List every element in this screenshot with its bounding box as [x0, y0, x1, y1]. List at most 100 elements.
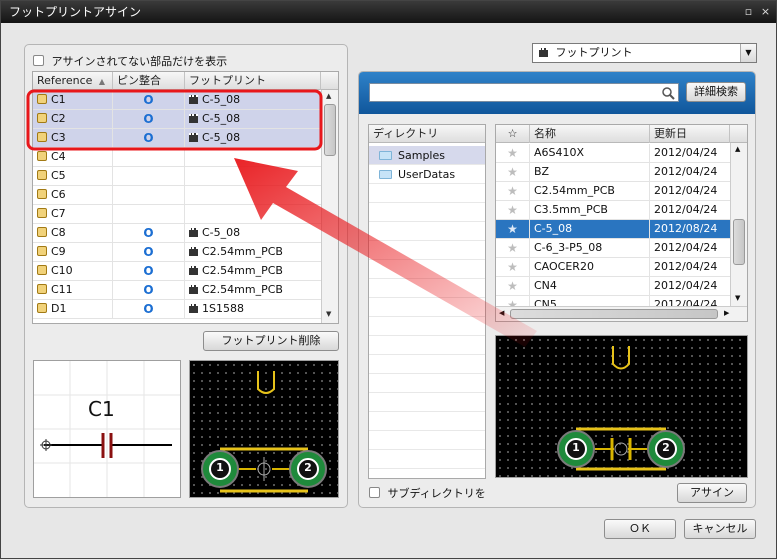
unassigned-only-checkbox[interactable]: アサインされてない部品だけを表示 [33, 53, 227, 69]
reference-text: C1 [51, 93, 66, 106]
favorite-cell[interactable]: ★ [496, 277, 530, 295]
empty-row [369, 184, 485, 203]
part-icon [37, 265, 47, 275]
directory-list: ディレクトリ Samples UserDatas [368, 124, 486, 479]
star-icon[interactable]: ★ [507, 279, 518, 293]
table-row[interactable]: C9 O C2.54mm_PCB [33, 243, 321, 262]
table-row[interactable]: C3 O C-5_08 [33, 129, 321, 148]
scroll-up-icon[interactable]: ▲ [326, 92, 331, 100]
delete-footprint-button[interactable]: フットプリント削除 [203, 331, 339, 351]
star-icon[interactable]: ★ [507, 184, 518, 198]
table-row[interactable]: C11 O C2.54mm_PCB [33, 281, 321, 300]
footprint-list-vscroll[interactable]: ▲ ▼ [730, 143, 747, 306]
part-icon [37, 189, 47, 199]
favorite-cell[interactable]: ★ [496, 220, 530, 238]
empty-row [369, 203, 485, 222]
favorite-cell[interactable]: ★ [496, 163, 530, 181]
checkbox-box[interactable] [33, 55, 44, 66]
subdirectory-checkbox[interactable]: サブディレクトリを [369, 485, 486, 501]
table-row[interactable]: C7 [33, 205, 321, 224]
reference-cell: D1 [33, 300, 113, 318]
col-favorite[interactable]: ☆ [496, 125, 530, 143]
footprint-list-hscroll[interactable]: ◀ ▶ [496, 306, 747, 321]
checkbox-box[interactable] [369, 487, 380, 498]
parts-table: Reference ▲ ピン整合 フットプリント C1 O C-5_08 C2 O C-5… [32, 71, 339, 324]
library-panel: 詳細検索 ディレクトリ Samples UserDatas ☆ 名称 更新日 ★… [358, 71, 756, 508]
star-icon[interactable]: ★ [507, 165, 518, 179]
col-footprint[interactable]: フットプリント [185, 72, 321, 90]
date-cell: 2012/04/24 [654, 165, 718, 178]
table-row[interactable]: C8 O C-5_08 [33, 224, 321, 243]
assign-button[interactable]: アサイン [677, 483, 747, 503]
col-reference[interactable]: Reference ▲ [33, 72, 113, 90]
footprint-text: C2.54mm_PCB [202, 283, 283, 296]
ok-button[interactable]: ＯＫ [604, 519, 676, 539]
list-item[interactable]: ★ A6S410X 2012/04/24 [496, 144, 730, 163]
reference-text: C5 [51, 169, 66, 182]
col-name[interactable]: 名称 [530, 125, 650, 143]
search-icon[interactable] [661, 86, 675, 100]
dir-item-userdatas[interactable]: UserDatas [369, 165, 485, 184]
table-row[interactable]: D1 O 1S1588 [33, 300, 321, 319]
table-row[interactable]: C5 [33, 167, 321, 186]
scroll-right-icon[interactable]: ▶ [724, 309, 729, 317]
chevron-down-icon[interactable]: ▼ [740, 44, 756, 62]
favorite-cell[interactable]: ★ [496, 144, 530, 162]
star-icon[interactable]: ★ [507, 222, 518, 236]
list-item[interactable]: ★ C-6_3-P5_08 2012/04/24 [496, 239, 730, 258]
star-icon[interactable]: ★ [507, 260, 518, 274]
restore-icon[interactable]: ▫ [741, 4, 756, 19]
list-item[interactable]: ★ CN4 2012/04/24 [496, 277, 730, 296]
col-pin-match[interactable]: ピン整合 [113, 72, 185, 90]
date-cell: 2012/04/24 [654, 184, 718, 197]
scroll-down-icon[interactable]: ▼ [735, 294, 740, 302]
footprint-list-vthumb[interactable] [733, 219, 745, 265]
parts-scroll-thumb[interactable] [324, 104, 336, 156]
pad-1-label: 1 [572, 441, 580, 454]
favorite-cell[interactable]: ★ [496, 239, 530, 257]
star-icon[interactable]: ★ [507, 146, 518, 160]
star-icon[interactable]: ★ [507, 241, 518, 255]
footprint-text: C-5_08 [202, 226, 241, 239]
col-updated[interactable]: 更新日 [650, 125, 730, 143]
pin-match-cell: O [113, 243, 185, 261]
reference-text: C7 [51, 207, 66, 220]
parts-panel: アサインされてない部品だけを表示 Reference ▲ ピン整合 フットプリン… [24, 44, 348, 508]
favorite-cell[interactable]: ★ [496, 182, 530, 200]
empty-row [369, 241, 485, 260]
reference-cell: C3 [33, 129, 113, 147]
table-row[interactable]: C2 O C-5_08 [33, 110, 321, 129]
parts-scrollbar[interactable]: ▲ ▼ [321, 90, 338, 323]
reference-cell: C1 [33, 91, 113, 109]
favorite-cell[interactable]: ★ [496, 258, 530, 276]
cancel-button[interactable]: キャンセル [684, 519, 756, 539]
table-row[interactable]: C6 [33, 186, 321, 205]
list-item[interactable]: ★ CAOCER20 2012/04/24 [496, 258, 730, 277]
empty-row [369, 260, 485, 279]
list-item[interactable]: ★ BZ 2012/04/24 [496, 163, 730, 182]
footprint-icon [189, 228, 198, 237]
pad-2-label: 2 [304, 461, 312, 474]
search-input[interactable] [369, 83, 679, 102]
scroll-down-icon[interactable]: ▼ [326, 310, 331, 318]
favorite-cell[interactable]: ★ [496, 201, 530, 219]
dir-item-samples[interactable]: Samples [369, 146, 485, 165]
library-type-dropdown[interactable]: フットプリント ▼ [532, 43, 757, 63]
footprint-cell [185, 205, 321, 223]
list-item[interactable]: ★ C2.54mm_PCB 2012/04/24 [496, 182, 730, 201]
advanced-search-button[interactable]: 詳細検索 [686, 82, 746, 102]
close-icon[interactable]: × [758, 4, 773, 19]
window-title: フットプリントアサイン [9, 5, 142, 19]
star-icon[interactable]: ★ [507, 203, 518, 217]
table-row[interactable]: C10 O C2.54mm_PCB [33, 262, 321, 281]
table-row[interactable]: C4 [33, 148, 321, 167]
list-item[interactable]: ★ C3.5mm_PCB 2012/04/24 [496, 201, 730, 220]
reference-text: C2 [51, 112, 66, 125]
footprint-list-hthumb[interactable] [510, 309, 718, 319]
list-item[interactable]: ★ C-5_08 2012/08/24 [496, 220, 730, 239]
scroll-up-icon[interactable]: ▲ [735, 145, 740, 153]
part-icon [37, 94, 47, 104]
footprint-drawing-small [201, 371, 327, 493]
table-row[interactable]: C1 O C-5_08 [33, 91, 321, 110]
scroll-left-icon[interactable]: ◀ [499, 309, 504, 317]
